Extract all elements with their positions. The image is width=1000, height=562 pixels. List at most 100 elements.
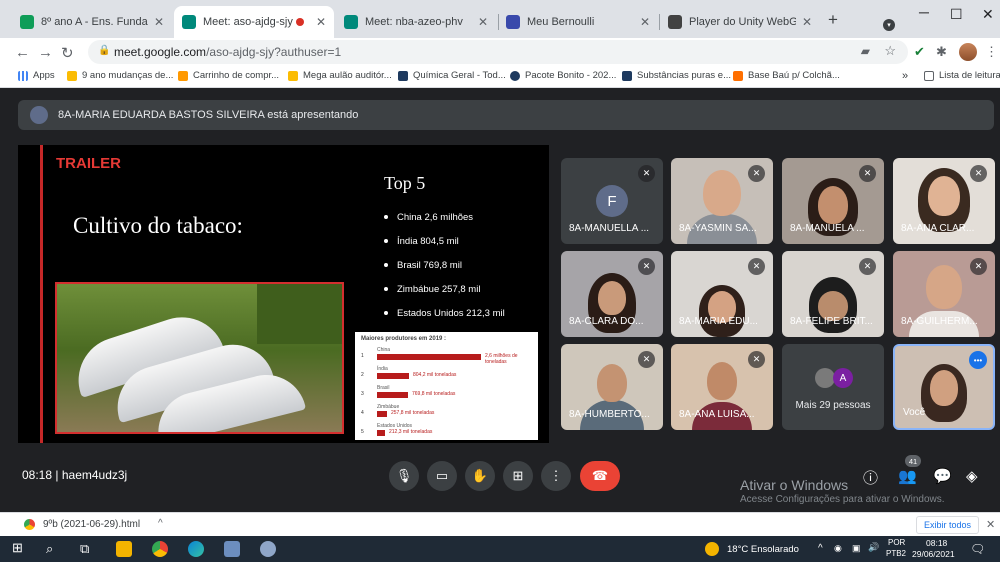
tab-label: Meet: aso-ajdg-sjy xyxy=(203,16,293,28)
close-tab-icon[interactable]: ✕ xyxy=(154,15,164,29)
meeting-controls: 08:18 | haem4udz3j 🎙 ▭ ✋ ⊞ ⋮ ☎ Ativar o … xyxy=(0,455,1000,512)
menu-kebab-icon[interactable]: ⋮ xyxy=(985,44,998,60)
meeting-details-icon[interactable]: ⓘ xyxy=(863,467,878,488)
participant-tile-manuela[interactable]: ✕ 8A-MANUELA ... xyxy=(782,158,884,244)
participant-tile-humberto[interactable]: ✕ 8A-HUMBERTO... xyxy=(561,344,663,430)
participant-tile-guilherme[interactable]: ✕ 8A-GUILHERM... xyxy=(893,251,995,337)
address-bar[interactable]: 🔒 meet.google.com/aso-ajdg-sjy?authuser=… xyxy=(88,40,908,64)
present-icon: ⊞ xyxy=(512,468,524,483)
tab-8ano[interactable]: 8º ano A - Ens. Fundamental ✕ xyxy=(12,6,172,38)
reading-list-button[interactable]: Lista de leitura xyxy=(924,70,1000,81)
more-options-button[interactable]: ⋮ xyxy=(541,461,571,491)
profile-avatar[interactable] xyxy=(959,43,977,61)
windows-start-icon[interactable]: ⊞ xyxy=(12,540,23,556)
network-icon[interactable]: ◉ xyxy=(834,543,842,554)
chat-icon[interactable]: 💬 xyxy=(933,467,952,485)
search-icon[interactable]: ⌕ xyxy=(46,541,53,557)
bookmark-item[interactable]: Mega aulão auditór... xyxy=(288,70,392,81)
app-icon[interactable] xyxy=(224,541,240,557)
participant-tile-maria-eduarda[interactable]: ✕ 8A-MARIA EDU... xyxy=(671,251,773,337)
chart-row: 3 Brasil 769,8 mil toneladas xyxy=(361,384,532,403)
leave-call-button[interactable]: ☎ xyxy=(580,461,620,491)
bookmark-item[interactable]: Carrinho de compr... xyxy=(178,70,279,81)
chart-value-label: 769,8 mil toneladas xyxy=(412,391,456,397)
download-item[interactable]: 9ºb (2021-06-29).html xyxy=(24,519,140,530)
unity-icon xyxy=(668,15,682,29)
more-participants-tile[interactable]: A Mais 29 pessoas xyxy=(782,344,884,430)
file-explorer-icon[interactable] xyxy=(116,541,132,557)
maximize-icon[interactable]: ☐ xyxy=(950,6,963,23)
top5-item: Índia 804,5 mil xyxy=(384,229,505,253)
minimize-icon[interactable]: ─ xyxy=(919,4,929,20)
bookmarks-overflow-button[interactable]: » xyxy=(902,70,908,82)
close-downloads-icon[interactable]: ✕ xyxy=(986,518,995,531)
close-tab-icon[interactable]: ✕ xyxy=(640,15,650,29)
chrome-icon[interactable] xyxy=(152,541,168,557)
weather-sun-icon[interactable] xyxy=(705,542,719,556)
slide-accent-line xyxy=(40,145,43,443)
microphone-button[interactable]: 🎙 xyxy=(389,461,419,491)
chart-bar xyxy=(377,411,387,417)
bookmark-item[interactable]: Química Geral - Tod... xyxy=(398,70,506,81)
bookmark-item[interactable]: 9 ano mudanças de... xyxy=(67,70,173,81)
tab-unity[interactable]: Player do Unity WebGL | Reci ✕ xyxy=(660,6,820,38)
participant-name: 8A-HUMBERTO... xyxy=(569,409,650,420)
task-view-icon[interactable]: ⧉ xyxy=(80,541,89,557)
participant-tile-yasmin[interactable]: ✕ 8A-YASMIN SA... xyxy=(671,158,773,244)
self-label: Você xyxy=(903,407,926,418)
tray-chevron-icon[interactable]: ^ xyxy=(818,543,823,554)
volume-icon[interactable]: 🔊 xyxy=(868,542,879,553)
participant-tile-clara[interactable]: ✕ 8A-CLARA DO... xyxy=(561,251,663,337)
clock-time[interactable]: 08:18 xyxy=(926,538,947,548)
tab-label: Meu Bernoulli xyxy=(527,16,595,28)
chevron-up-icon[interactable]: ^ xyxy=(158,518,163,529)
activities-icon[interactable]: ◈ xyxy=(966,467,978,485)
close-tab-icon[interactable]: ✕ xyxy=(802,15,812,29)
camera-button[interactable]: ▭ xyxy=(427,461,457,491)
keyboard-layout[interactable]: PTB2 xyxy=(886,549,906,558)
drive-icon xyxy=(67,70,77,81)
participant-tile-ana-clara[interactable]: ✕ 8A-ANA CLAR... xyxy=(893,158,995,244)
app-icon[interactable] xyxy=(260,541,276,557)
display-icon[interactable]: ▣ xyxy=(852,543,861,554)
tab-meet-active[interactable]: Meet: aso-ajdg-sjy ✕ xyxy=(174,6,334,38)
reload-icon[interactable]: ↻ xyxy=(61,44,74,62)
close-tab-icon[interactable]: ✕ xyxy=(478,15,488,29)
extensions-icon[interactable]: ✱ xyxy=(936,44,947,60)
tab-bernoulli[interactable]: Meu Bernoulli ✕ xyxy=(498,6,658,38)
bookmark-item[interactable]: Substâncias puras e... xyxy=(622,70,731,81)
bookmark-star-icon[interactable]: ☆ xyxy=(884,43,896,59)
new-tab-button[interactable]: + xyxy=(828,10,838,30)
self-face xyxy=(930,370,958,406)
participant-tile-felipe[interactable]: ✕ 8A-FELIPE BRIT... xyxy=(782,251,884,337)
participant-name: 8A-ANA LUISA... xyxy=(679,409,755,420)
participant-tile-ana-luisa[interactable]: ✕ 8A-ANA LUISA... xyxy=(671,344,773,430)
self-view-tile[interactable]: ••• Você xyxy=(893,344,995,430)
close-tab-icon[interactable]: ✕ xyxy=(316,15,326,29)
more-options-icon[interactable]: ••• xyxy=(969,351,987,369)
bookmark-item[interactable]: Base Baú p/ Colchã... xyxy=(733,70,840,81)
edge-icon[interactable] xyxy=(188,541,204,557)
camera-indicator-icon[interactable]: ▰ xyxy=(861,44,870,58)
forward-icon[interactable]: → xyxy=(38,44,53,61)
show-all-button[interactable]: Exibir todos xyxy=(916,516,980,534)
extension-check-icon[interactable]: ✔ xyxy=(914,44,925,60)
present-screen-button[interactable]: ⊞ xyxy=(503,461,533,491)
url-path: /aso-ajdg-sjy?authuser=1 xyxy=(206,45,342,59)
people-icon[interactable]: 👥 xyxy=(898,467,917,485)
back-icon[interactable]: ← xyxy=(15,44,30,61)
bookmark-apps[interactable]: Apps xyxy=(18,70,55,81)
tab-meet-2[interactable]: Meet: nba-azeo-phv ✕ xyxy=(336,6,496,38)
notifications-icon[interactable]: 🗨 xyxy=(970,542,985,556)
tab-search-icon[interactable]: ▾ xyxy=(883,19,895,31)
close-window-icon[interactable]: ✕ xyxy=(982,6,994,23)
weather-text[interactable]: 18°C Ensolarado xyxy=(727,544,799,555)
bookmark-item[interactable]: Pacote Bonito - 202... xyxy=(510,70,616,81)
raise-hand-button[interactable]: ✋ xyxy=(465,461,495,491)
chart-rows: 1 China 2,6 milhões de toneladas 2 Índia 804,… xyxy=(361,346,532,441)
bookmark-label: Química Geral - Tod... xyxy=(413,70,506,81)
participant-tile-manuella[interactable]: F ✕ 8A-MANUELLA ... xyxy=(561,158,663,244)
input-language[interactable]: POR xyxy=(888,538,905,547)
site-icon xyxy=(510,70,520,81)
clock-date[interactable]: 29/06/2021 xyxy=(912,549,955,559)
